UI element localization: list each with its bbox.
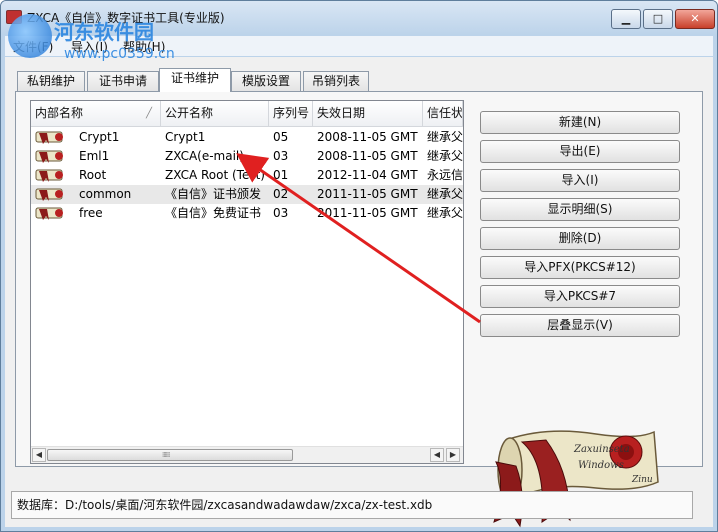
import-pfx-button[interactable]: 导入PFX(PKCS#12) [480, 256, 680, 279]
cell-serial: 02 [273, 187, 289, 201]
new-button[interactable]: 新建(N) [480, 111, 680, 134]
certificate-icon [35, 187, 69, 202]
cell-trust: 继承父 [427, 149, 464, 163]
tab-cert-request[interactable]: 证书申请 [87, 71, 159, 91]
export-button[interactable]: 导出(E) [480, 140, 680, 163]
cell-expiry: 2012-11-04 GMT [317, 168, 418, 182]
client-area: 私钥维护 证书申请 证书维护 模版设置 吊销列表 内部名称 ╱ 公开名称 序列号… [5, 57, 713, 528]
table-row[interactable]: Root ZXCA Root (Test) 01 2012-11-04 GMT 永远信 [31, 166, 463, 185]
import-button[interactable]: 导入(I) [480, 169, 680, 192]
table-row[interactable]: common 《自信》证书颁发 02 2011-11-05 GMT 继承父 [31, 185, 463, 204]
certificate-icon [35, 149, 69, 164]
cell-public: 《自信》证书颁发 [165, 187, 262, 201]
maximize-button[interactable]: □ [643, 9, 673, 29]
tab-panel: 内部名称 ╱ 公开名称 序列号 失效日期 信任状 Crypt1 Crypt1 05 2… [15, 91, 703, 528]
column-header-internal-name[interactable]: 内部名称 ╱ [31, 101, 161, 127]
tab-template-settings[interactable]: 模版设置 [231, 71, 301, 91]
menu-import[interactable]: 导入(I) [71, 38, 108, 55]
cert-list[interactable]: 内部名称 ╱ 公开名称 序列号 失效日期 信任状 Crypt1 Crypt1 05 2… [30, 100, 464, 464]
cell-public: ZXCA(e-mail) [165, 149, 244, 163]
column-header-serial[interactable]: 序列号 [269, 101, 313, 127]
menu-file[interactable]: 文件(F) [13, 38, 53, 55]
cell-expiry: 2008-11-05 GMT [317, 130, 418, 144]
certificate-icon [35, 130, 69, 145]
cascade-view-button[interactable]: 层叠显示(V) [480, 314, 680, 337]
column-header-public-name[interactable]: 公开名称 [161, 101, 269, 127]
scroll-left-icon[interactable]: ◀ [430, 448, 444, 462]
title-bar[interactable]: ZXCA《自信》数字证书工具(专业版) ▁ □ ✕ [1, 1, 717, 35]
scroll-art-text-2: Windows [578, 460, 624, 471]
cell-public: ZXCA Root (Test) [165, 168, 265, 182]
close-button[interactable]: ✕ [675, 9, 715, 29]
app-icon [6, 10, 22, 24]
app-window: ZXCA《自信》数字证书工具(专业版) ▁ □ ✕ 文件(F) 导入(I) 帮助… [0, 0, 718, 532]
scroll-right-icon[interactable]: ▶ [446, 448, 460, 462]
cell-expiry: 2008-11-05 GMT [317, 149, 418, 163]
tab-cert-maintenance[interactable]: 证书维护 [159, 68, 231, 92]
cell-serial: 03 [273, 149, 289, 163]
horizontal-scrollbar[interactable]: ◀ ⁞⁞⁞⁞⁞⁞ ◀ ▶ [31, 446, 463, 463]
tab-revocation-list[interactable]: 吊销列表 [303, 71, 369, 91]
cell-public: 《自信》免费证书 [165, 206, 262, 220]
grip-icon: ⁞⁞⁞⁞⁞⁞ [162, 451, 170, 459]
cell-internal: common [79, 187, 132, 201]
cell-serial: 01 [273, 168, 289, 182]
table-row[interactable]: Crypt1 Crypt1 05 2008-11-05 GMT 继承父 [31, 128, 463, 147]
cell-internal: Root [79, 168, 107, 182]
cell-internal: Crypt1 [79, 130, 120, 144]
certificate-icon [35, 168, 69, 183]
window-title: ZXCA《自信》数字证书工具(专业版) [27, 11, 225, 25]
cell-trust: 永远信 [427, 168, 464, 182]
table-row[interactable]: free 《自信》免费证书 03 2011-11-05 GMT 继承父 [31, 204, 463, 223]
scroll-art-text-1: Zaxuinseta [573, 444, 630, 455]
scroll-left-icon[interactable]: ◀ [32, 448, 46, 462]
import-pkcs7-button[interactable]: 导入PKCS#7 [480, 285, 680, 308]
show-details-button[interactable]: 显示明细(S) [480, 198, 680, 221]
minimize-button[interactable]: ▁ [611, 9, 641, 29]
cell-public: Crypt1 [165, 130, 206, 144]
cell-trust: 继承父 [427, 206, 464, 220]
table-row[interactable]: Eml1 ZXCA(e-mail) 03 2008-11-05 GMT 继承父 [31, 147, 463, 166]
cell-trust: 继承父 [427, 130, 464, 144]
menu-bar: 文件(F) 导入(I) 帮助(H) [5, 36, 713, 56]
menu-help[interactable]: 帮助(H) [123, 38, 165, 55]
column-header-trust[interactable]: 信任状 [423, 101, 463, 127]
sort-indicator-icon: ╱ [145, 108, 152, 119]
scroll-art-text-3: Zinu [631, 475, 653, 485]
delete-button[interactable]: 删除(D) [480, 227, 680, 250]
certificate-icon [35, 206, 69, 221]
tab-private-key[interactable]: 私钥维护 [17, 71, 85, 91]
cell-expiry: 2011-11-05 GMT [317, 206, 418, 220]
cell-internal: Eml1 [79, 149, 110, 163]
cell-serial: 03 [273, 206, 289, 220]
column-header-label: 内部名称 [35, 106, 84, 120]
cell-trust: 继承父 [427, 187, 464, 201]
scrollbar-thumb[interactable]: ⁞⁞⁞⁞⁞⁞ [47, 449, 293, 461]
cell-serial: 05 [273, 130, 289, 144]
cell-expiry: 2011-11-05 GMT [317, 187, 418, 201]
status-bar: 数据库：D:/tools/桌面/河东软件园/zxcasandwadawdaw/z… [11, 491, 693, 519]
column-header-expiry[interactable]: 失效日期 [313, 101, 423, 127]
cell-internal: free [79, 206, 103, 220]
